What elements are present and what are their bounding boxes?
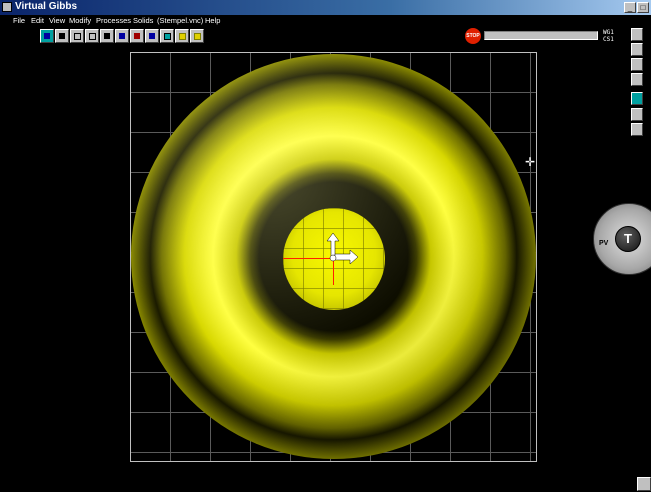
view-top-button[interactable] [115, 29, 129, 43]
menu-help[interactable]: Help [205, 16, 220, 25]
maximize-button[interactable]: □ [637, 2, 649, 13]
fixture-button[interactable] [175, 29, 189, 43]
minimize-button[interactable]: _ [624, 2, 636, 13]
menu-bar: File Edit View Modify Processes Solids (… [0, 15, 651, 27]
window-title: Virtual Gibbs [15, 1, 78, 12]
palette-rect-button[interactable] [631, 43, 643, 56]
crosshair-cursor-icon: ✛ [525, 155, 536, 169]
palette-page-button[interactable] [631, 28, 643, 41]
title-bar[interactable]: Virtual Gibbs _ □ [0, 0, 651, 15]
view-front-button[interactable] [40, 29, 54, 43]
view-toolbar [40, 29, 204, 43]
work-group-label: WG1 [603, 29, 614, 36]
shade-button[interactable] [130, 29, 144, 43]
menu-processes[interactable]: Processes [96, 16, 131, 25]
palette-line-button[interactable] [631, 58, 643, 71]
menu-modify[interactable]: Modify [69, 16, 91, 25]
stop-button[interactable]: STOP [465, 28, 481, 44]
display-button[interactable] [160, 29, 174, 43]
palette-view-button[interactable] [631, 92, 643, 105]
palette-box-button[interactable] [631, 73, 643, 86]
view-solid-button[interactable] [55, 29, 69, 43]
origin-triad-icon [326, 232, 359, 265]
app-icon[interactable] [2, 2, 12, 12]
menu-file-name[interactable]: (Stempel.vnc) [157, 16, 203, 25]
palette-edit-button[interactable] [631, 108, 643, 121]
menu-solids[interactable]: Solids [133, 16, 153, 25]
view-iso2-button[interactable] [85, 29, 99, 43]
render-button[interactable] [145, 29, 159, 43]
coordinate-system-label: CS1 [603, 36, 614, 43]
progress-bar [484, 31, 598, 40]
corner-button[interactable] [637, 477, 651, 491]
palette-tool-button[interactable] [631, 123, 643, 136]
dial-pv-label[interactable]: PV [599, 240, 608, 247]
menu-edit[interactable]: Edit [31, 16, 44, 25]
stock-button[interactable] [190, 29, 204, 43]
dial-center-button[interactable]: T [615, 226, 641, 252]
view-iso-button[interactable] [70, 29, 84, 43]
menu-file[interactable]: File [13, 16, 25, 25]
menu-view[interactable]: View [49, 16, 65, 25]
view-side-button[interactable] [100, 29, 114, 43]
